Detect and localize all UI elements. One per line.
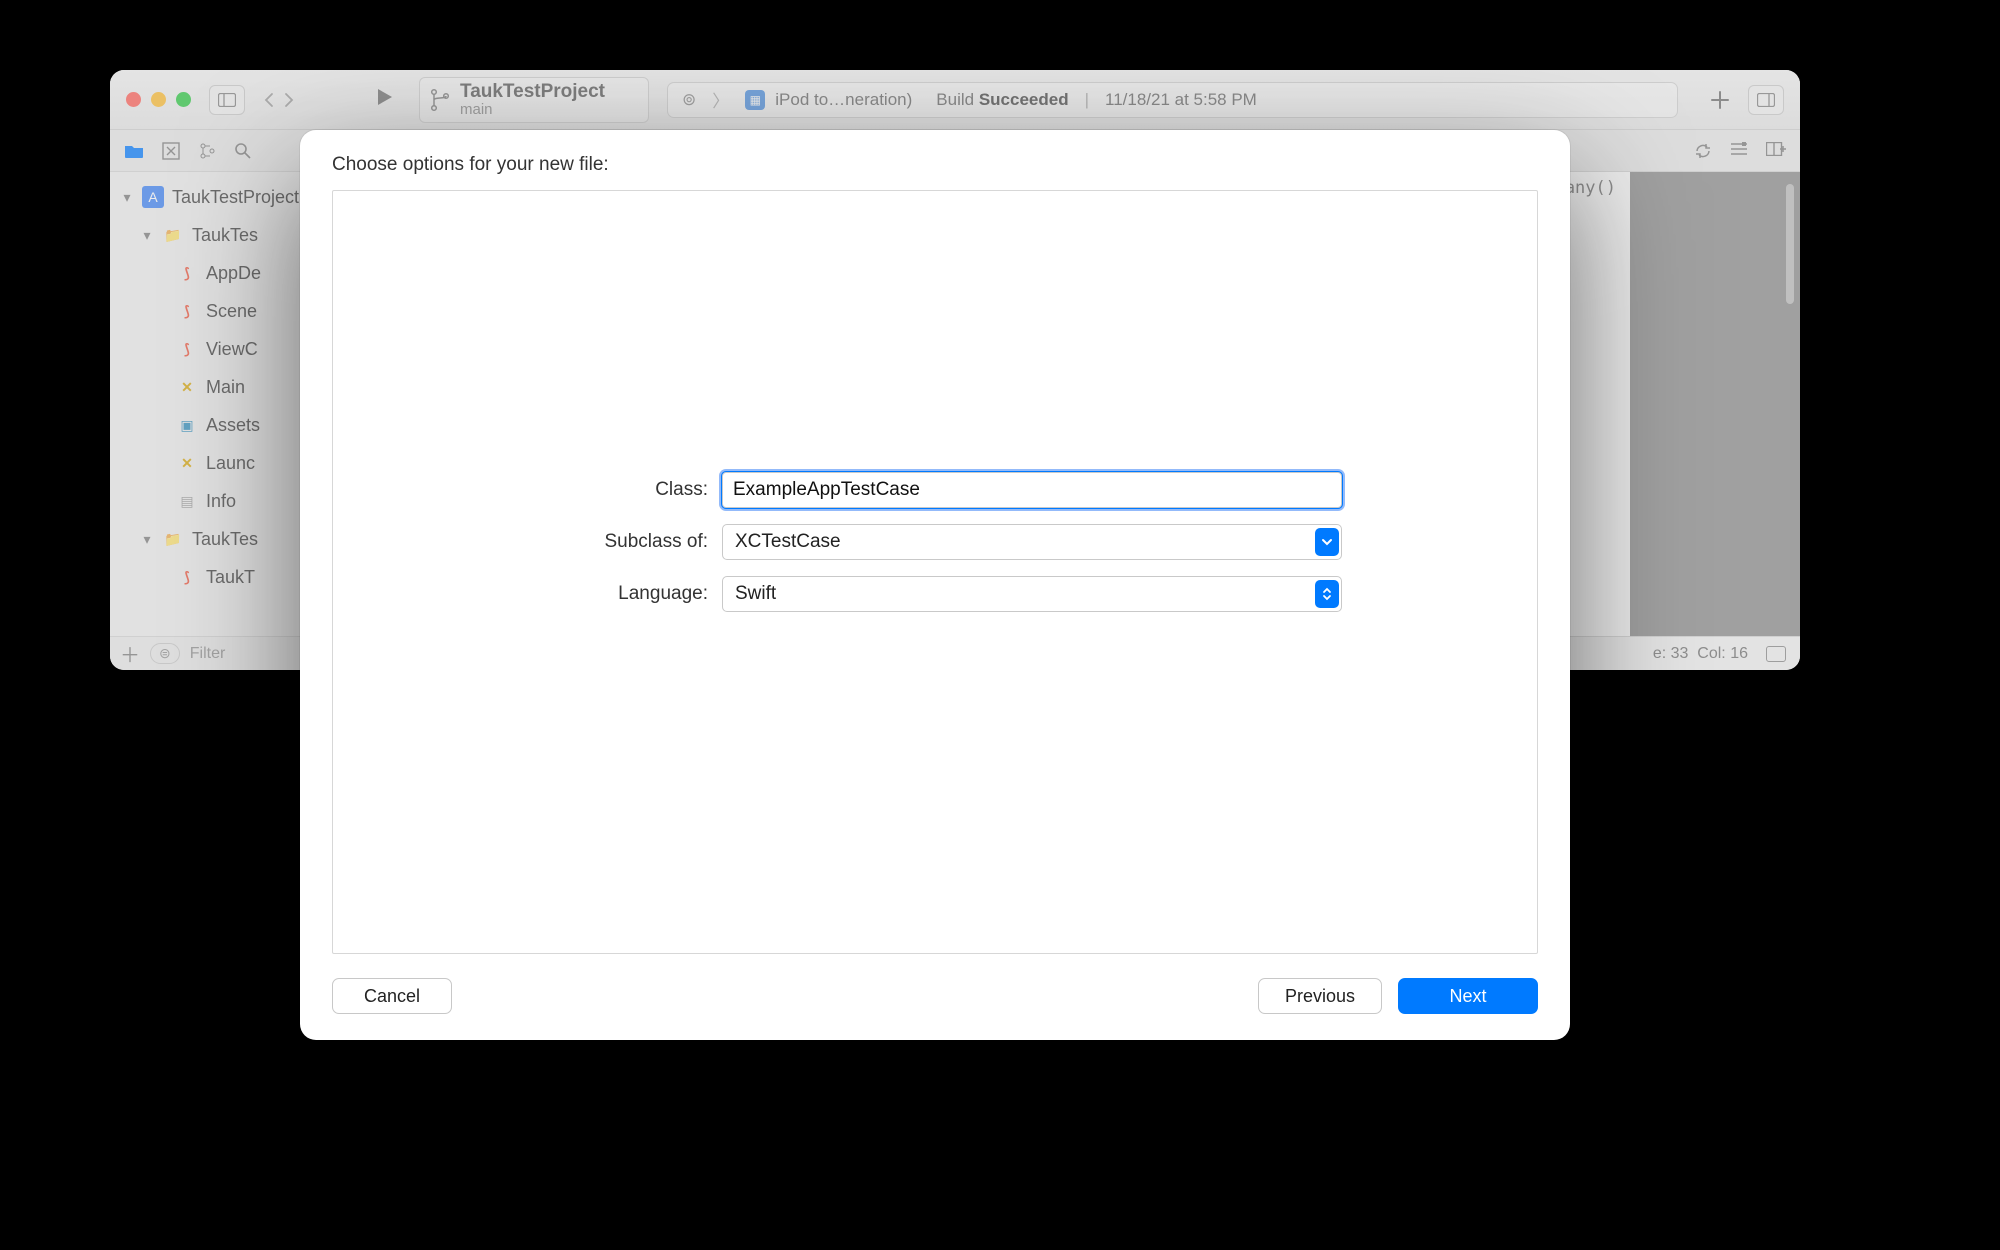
- build-timestamp: 11/18/21 at 5:58 PM: [1105, 90, 1257, 110]
- window-traffic-lights: [126, 92, 191, 107]
- editor-options-icon[interactable]: [1730, 142, 1748, 156]
- new-file-options-sheet: Choose options for your new file: Class:…: [300, 130, 1570, 1040]
- source-control-navigator-icon[interactable]: [162, 142, 180, 160]
- refresh-icon[interactable]: [1694, 142, 1712, 160]
- language-popup-button[interactable]: [1315, 580, 1339, 608]
- class-label: Class:: [528, 479, 708, 501]
- add-file-icon[interactable]: ＋: [120, 639, 140, 668]
- folder-label: TaukTes: [192, 529, 258, 550]
- xcode-toolbar: TaukTestProject main ⊚ 〉 ▦ iPod to…nerat…: [110, 70, 1800, 130]
- storyboard-file-icon: ✕: [176, 376, 198, 398]
- class-name-input[interactable]: [722, 472, 1342, 508]
- chevron-down-icon: [1321, 536, 1333, 548]
- project-root-label: TaukTestProject: [172, 187, 299, 208]
- sidebar-toggle-button[interactable]: [209, 85, 245, 115]
- inspector-toggle-button[interactable]: [1748, 85, 1784, 115]
- project-navigator-icon[interactable]: [124, 143, 144, 159]
- toolbar-right: [1710, 85, 1784, 115]
- cursor-col: 16: [1730, 645, 1748, 662]
- swift-file-icon: ⟆: [176, 566, 198, 588]
- swift-file-icon: ⟆: [176, 300, 198, 322]
- swift-file-icon: ⟆: [176, 338, 198, 360]
- run-button[interactable]: [373, 86, 395, 113]
- target-icon: ⊚: [682, 90, 696, 110]
- add-editor-icon[interactable]: [1766, 142, 1786, 156]
- zoom-window-icon[interactable]: [176, 92, 191, 107]
- sidebar-right-icon: [1757, 93, 1775, 107]
- next-button[interactable]: Next: [1398, 978, 1538, 1014]
- cancel-button[interactable]: Cancel: [332, 978, 452, 1014]
- filter-scope-icon[interactable]: ⊜: [150, 643, 180, 664]
- sheet-body: Class: Subclass of: XCTestCase Language:…: [332, 190, 1538, 954]
- minimize-window-icon[interactable]: [151, 92, 166, 107]
- activity-status-bar[interactable]: ⊚ 〉 ▦ iPod to…neration) Build Succeeded …: [667, 82, 1678, 118]
- play-icon: [373, 86, 395, 108]
- scheme-title: TaukTestProject: [460, 82, 605, 101]
- close-window-icon[interactable]: [126, 92, 141, 107]
- assets-file-icon: ▣: [176, 414, 198, 436]
- build-status: Succeeded: [979, 90, 1069, 109]
- canvas-toggle-icon[interactable]: [1766, 646, 1786, 662]
- chevron-up-down-icon: [1321, 586, 1333, 602]
- device-icon: ▦: [745, 90, 765, 110]
- find-navigator-icon[interactable]: [234, 142, 252, 160]
- library-plus-icon[interactable]: [1710, 90, 1730, 110]
- folder-icon: 📁: [162, 224, 184, 246]
- device-label: iPod to…neration): [775, 90, 912, 110]
- branch-icon: [430, 88, 450, 112]
- sidebar-icon: [218, 93, 236, 107]
- sheet-button-row: Cancel Previous Next: [332, 978, 1538, 1014]
- subclass-dropdown-button[interactable]: [1315, 528, 1339, 556]
- language-label: Language:: [528, 583, 708, 605]
- scheme-branch: main: [460, 101, 605, 118]
- subclass-label: Subclass of:: [528, 531, 708, 553]
- language-popup[interactable]: Swift: [722, 576, 1342, 612]
- chevron-right-icon: [283, 92, 295, 108]
- minimap[interactable]: [1630, 172, 1800, 636]
- swift-file-icon: ⟆: [176, 262, 198, 284]
- plist-file-icon: ▤: [176, 490, 198, 512]
- folder-icon: 📁: [162, 528, 184, 550]
- subclass-combobox[interactable]: XCTestCase: [722, 524, 1342, 560]
- scheme-selector[interactable]: TaukTestProject main: [419, 77, 649, 123]
- cursor-line: 33: [1671, 645, 1689, 662]
- chevron-left-icon: [263, 92, 275, 108]
- previous-button[interactable]: Previous: [1258, 978, 1382, 1014]
- symbol-navigator-icon[interactable]: [198, 142, 216, 160]
- filter-field[interactable]: Filter: [190, 645, 226, 663]
- project-icon: A: [142, 186, 164, 208]
- storyboard-file-icon: ✕: [176, 452, 198, 474]
- folder-label: TaukTes: [192, 225, 258, 246]
- sheet-title: Choose options for your new file:: [332, 154, 1538, 176]
- history-nav[interactable]: [263, 92, 295, 108]
